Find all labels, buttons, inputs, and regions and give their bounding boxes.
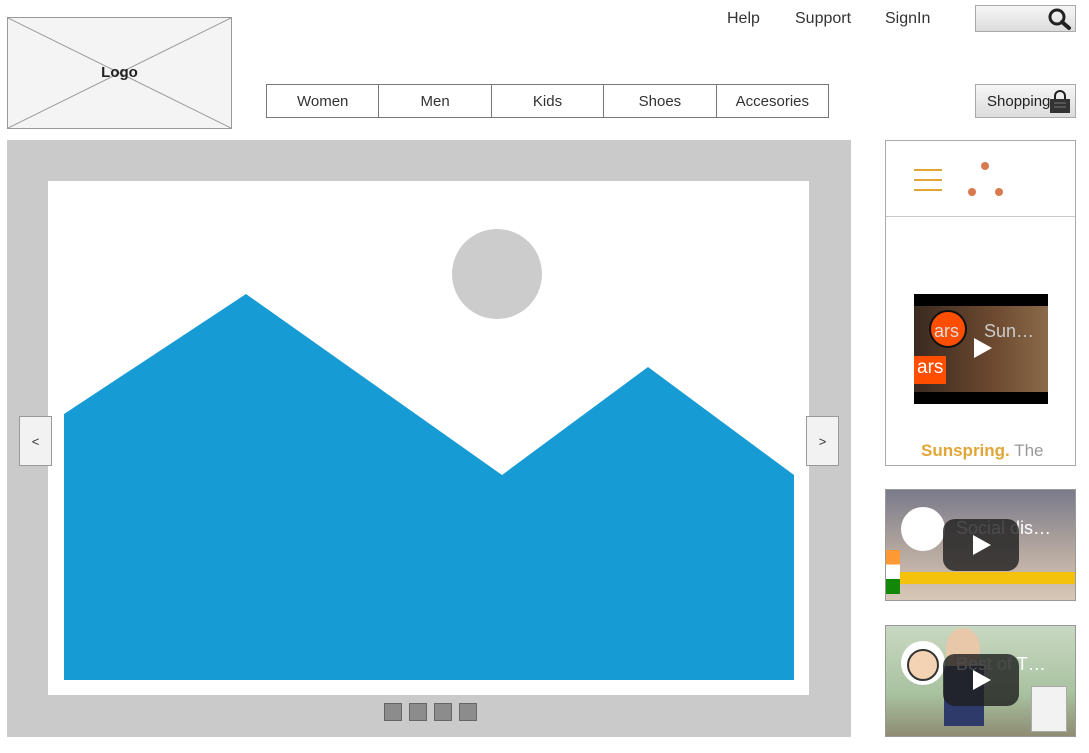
caption-text: The xyxy=(1014,441,1044,460)
play-icon xyxy=(973,670,991,690)
ministry-emblem-icon xyxy=(901,507,945,551)
carousel-next-button[interactable]: > xyxy=(806,416,839,466)
shopping-button[interactable]: Shopping xyxy=(975,84,1076,118)
help-link[interactable]: Help xyxy=(727,10,760,28)
hamburger-menu-icon[interactable] xyxy=(914,169,942,199)
nav-item-men[interactable]: Men xyxy=(379,85,492,117)
shopping-label: Shopping xyxy=(987,92,1051,110)
support-link[interactable]: Support xyxy=(795,10,851,28)
carousel-prev-button[interactable]: < xyxy=(19,416,52,466)
embed-caption: Sunspring. The xyxy=(921,441,1044,461)
video-embed-cartoon[interactable]: Best of T… xyxy=(885,625,1076,737)
caption-title: Sunspring. xyxy=(921,441,1010,460)
carousel-indicators xyxy=(384,703,477,721)
carousel-indicator[interactable] xyxy=(434,703,452,721)
nav-item-kids[interactable]: Kids xyxy=(492,85,605,117)
video-embed-social-distancing[interactable]: Social dis… xyxy=(885,489,1076,601)
signin-link[interactable]: SignIn xyxy=(885,10,930,28)
image-placeholder-icon xyxy=(64,229,794,680)
search-input[interactable] xyxy=(975,5,1076,32)
channel-avatar-icon xyxy=(901,641,945,685)
carousel-indicator[interactable] xyxy=(409,703,427,721)
flag-icon xyxy=(886,550,900,594)
logo-label: Logo xyxy=(101,64,138,81)
video-badge-text: ars xyxy=(934,321,960,341)
main-nav: Women Men Kids Shoes Accesories xyxy=(266,84,829,118)
hero-carousel: < > xyxy=(7,140,851,737)
play-icon[interactable] xyxy=(971,336,995,360)
logo-placeholder[interactable]: Logo xyxy=(7,17,232,129)
embedded-article: ars ars Sun… Sunspring. The xyxy=(885,140,1076,466)
nav-item-women[interactable]: Women xyxy=(267,85,380,117)
shopping-bag-icon xyxy=(1050,90,1070,113)
play-icon xyxy=(973,535,991,555)
toilet-icon xyxy=(1031,686,1067,732)
dots-logo-icon xyxy=(968,162,1003,196)
carousel-indicator[interactable] xyxy=(459,703,477,721)
hero-image-placeholder[interactable] xyxy=(48,181,809,695)
ars-corner-text: ars xyxy=(917,357,944,378)
play-button[interactable] xyxy=(943,519,1019,571)
embed-header xyxy=(886,141,1075,217)
carousel-indicator[interactable] xyxy=(384,703,402,721)
nav-item-shoes[interactable]: Shoes xyxy=(604,85,717,117)
nav-item-accesories[interactable]: Accesories xyxy=(717,85,828,117)
search-icon[interactable] xyxy=(1047,8,1073,30)
play-button[interactable] xyxy=(943,654,1019,706)
video-thumbnail[interactable]: ars ars Sun… xyxy=(914,294,1048,404)
ticker-bar xyxy=(900,572,1075,584)
